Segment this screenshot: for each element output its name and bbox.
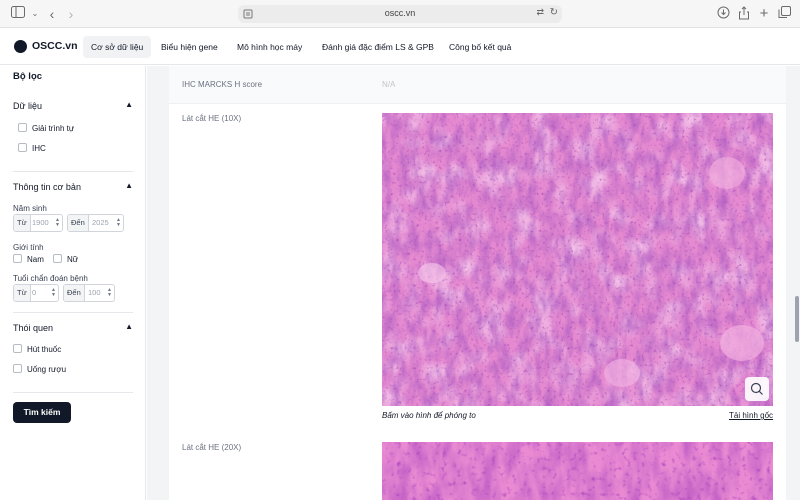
checkbox-label: Nam [27, 255, 44, 264]
magnifier-icon [750, 382, 763, 395]
section-thong-tin-co-ban-title: Thông tin cơ bản [13, 182, 81, 192]
checkbox-giai-trinh-tu[interactable]: Giải trình tự [18, 123, 74, 135]
url-text: oscc.vn [384, 8, 416, 18]
checkbox-box[interactable] [13, 344, 22, 353]
checkbox-label: IHC [32, 144, 46, 153]
nav-danh-gia-dac-diem[interactable]: Đánh giá đặc điểm LS & GPB [314, 36, 442, 58]
birth-year-label: Năm sinh [13, 204, 47, 213]
chevron-up-icon[interactable]: ▲ [125, 322, 133, 331]
section-divider [13, 171, 133, 172]
checkbox-box[interactable] [13, 254, 22, 263]
checkbox-nu[interactable]: Nữ [53, 254, 78, 264]
filter-title: Bộ lọc [13, 71, 43, 82]
reload-icon[interactable]: ↻ [550, 7, 558, 18]
he-10x-image[interactable] [382, 113, 773, 406]
share-icon[interactable] [736, 6, 752, 22]
birth-year-from-value: 1900 [32, 218, 49, 227]
from-prefix: Từ [14, 215, 31, 231]
brand-logo-icon [14, 40, 27, 53]
age-to-value: 100 [88, 288, 101, 297]
brand-name[interactable]: OSCC.vn [32, 40, 78, 52]
chevron-down-icon[interactable]: ⌄ [27, 6, 43, 22]
checkbox-nam[interactable]: Nam [13, 254, 44, 264]
stepper-icon[interactable]: ▲ ▼ [51, 288, 56, 298]
zoom-button[interactable] [745, 377, 769, 401]
stepper-icon[interactable]: ▲ ▼ [55, 218, 60, 228]
download-original-link[interactable]: Tải hình gốc [729, 411, 773, 420]
stepper-icon[interactable]: ▲ ▼ [107, 288, 112, 298]
back-icon[interactable]: ‹ [44, 6, 60, 22]
checkbox-hut-thuoc[interactable]: Hút thuốc [13, 344, 61, 356]
section-thoi-quen-title: Thói quen [13, 323, 54, 333]
ihc-value: N/A [382, 80, 396, 89]
translate-icon[interactable]: ⇄ [536, 7, 544, 18]
checkbox-box[interactable] [53, 254, 62, 263]
checkbox-box[interactable] [18, 123, 27, 132]
nav-cong-bo-ket-qua[interactable]: Công bố kết quả [441, 36, 519, 58]
sidebar-toggle-icon[interactable] [10, 6, 26, 22]
he-20x-image[interactable] [382, 442, 773, 500]
ihc-label: IHC MARCKS H score [182, 80, 263, 89]
nav-mo-hinh-hoc-may[interactable]: Mô hình học máy [229, 36, 310, 58]
checkbox-label: Giải trình tự [32, 124, 75, 133]
browser-toolbar: ⌄ ‹ › oscc.vn ⇄ ↻ + [0, 0, 800, 28]
section-thong-tin-co-ban[interactable]: Thông tin cơ bản ▲ [13, 181, 133, 192]
to-prefix: Đến [68, 215, 89, 231]
nav-bieu-hien-gene[interactable]: Biểu hiện gene [153, 36, 226, 58]
new-tab-icon[interactable]: + [756, 6, 772, 22]
from-prefix: Từ [14, 285, 31, 301]
section-divider [13, 312, 133, 313]
chevron-up-icon[interactable]: ▲ [125, 181, 133, 190]
page-scrollbar[interactable] [795, 296, 799, 342]
forward-icon[interactable]: › [63, 6, 79, 22]
field-row-ihc: IHC MARCKS H score N/A [169, 66, 786, 104]
checkbox-box[interactable] [18, 143, 27, 152]
tabs-overview-icon[interactable] [776, 6, 792, 22]
address-bar[interactable]: oscc.vn ⇄ ↻ [238, 5, 562, 23]
to-prefix: Đến [64, 285, 85, 301]
record-detail-panel: IHC MARCKS H score N/A Lát cắt HE (10X) [169, 66, 786, 500]
nav-co-so-du-lieu[interactable]: Cơ sở dữ liệu [83, 36, 152, 58]
stepper-icon[interactable]: ▲ ▼ [116, 218, 121, 228]
checkbox-box[interactable] [13, 364, 22, 373]
section-thoi-quen[interactable]: Thói quen ▲ [13, 322, 133, 333]
checkbox-ihc[interactable]: IHC [18, 143, 46, 155]
top-navigation: OSCC.vn Cơ sở dữ liệu Biểu hiện gene Mô … [0, 29, 800, 65]
section-du-lieu[interactable]: Dữ liệu ▲ [13, 100, 133, 111]
checkbox-label: Hút thuốc [27, 345, 62, 354]
age-label: Tuổi chẩn đoán bệnh [13, 274, 88, 283]
main-content: IHC MARCKS H score N/A Lát cắt HE (10X) [147, 66, 800, 500]
chevron-up-icon[interactable]: ▲ [125, 100, 133, 109]
he20-label: Lát cắt HE (20X) [182, 443, 242, 452]
he10-label: Lát cắt HE (10X) [182, 114, 242, 123]
birth-year-to-input[interactable]: Đến 2025 ▲ ▼ [67, 214, 124, 232]
download-icon[interactable] [715, 6, 731, 22]
section-divider [13, 392, 133, 393]
image-caption: Bấm vào hình để phóng to [382, 411, 476, 420]
birth-year-from-input[interactable]: Từ 1900 ▲ ▼ [13, 214, 63, 232]
search-button[interactable]: Tìm kiếm [13, 402, 71, 423]
checkbox-label: Nữ [67, 255, 79, 264]
section-du-lieu-title: Dữ liệu [13, 101, 43, 111]
age-to-input[interactable]: Đến 100 ▲ ▼ [63, 284, 115, 302]
gender-label: Giới tính [13, 243, 44, 252]
age-from-input[interactable]: Từ 0 ▲ ▼ [13, 284, 59, 302]
filter-sidebar: Bộ lọc Dữ liệu ▲ Giải trình tự IHC Thông… [0, 66, 146, 500]
birth-year-to-value: 2025 [92, 218, 109, 227]
checkbox-uong-ruou[interactable]: Uống rượu [13, 364, 66, 376]
checkbox-label: Uống rượu [27, 365, 67, 374]
age-from-value: 0 [32, 288, 37, 297]
